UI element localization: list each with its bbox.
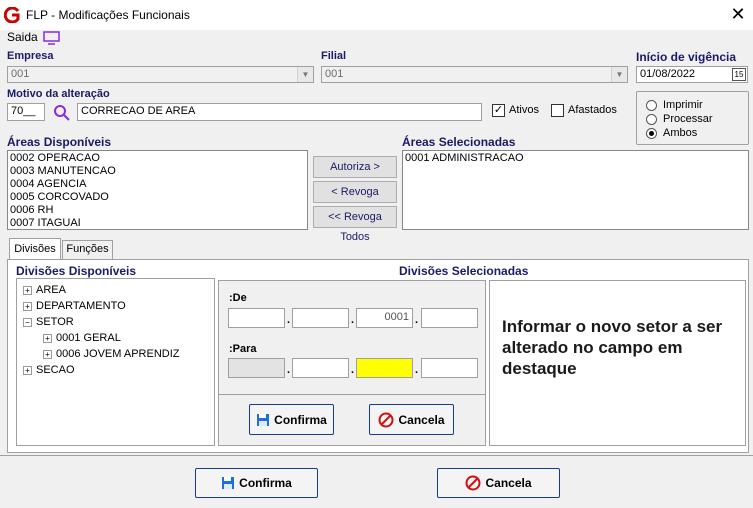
vigencia-date-input[interactable]: 01/08/2022 15	[636, 66, 748, 83]
window-title: FLP - Modificações Funcionais	[26, 8, 190, 22]
inner-cancela-label: Cancela	[398, 412, 445, 427]
tab-divisoes[interactable]: Divisões	[9, 238, 61, 260]
close-icon[interactable]: ✕	[728, 3, 748, 25]
para-label: :Para	[229, 343, 257, 355]
processar-radio[interactable]	[646, 114, 657, 125]
para-segment-3-highlighted[interactable]	[356, 358, 413, 378]
expand-icon[interactable]: +	[43, 349, 52, 359]
ambos-radio[interactable]	[646, 128, 657, 139]
filial-select[interactable]: 001 ▼	[321, 66, 628, 83]
para-segment-4[interactable]	[421, 358, 478, 378]
empresa-select[interactable]: 001 ▼	[7, 66, 314, 83]
de-segment-1[interactable]	[228, 308, 285, 328]
revoga-todos-button[interactable]: << Revoga Todos	[313, 206, 397, 243]
expand-icon[interactable]: +	[23, 365, 32, 375]
filial-value: 001	[325, 68, 344, 80]
divisoes-selecionadas-label: Divisões Selecionadas	[399, 264, 529, 278]
footer-confirma-button[interactable]: Confirma	[195, 468, 318, 498]
hint-text: Informar o novo setor a ser alterado no …	[502, 317, 723, 378]
empresa-value: 001	[11, 68, 30, 80]
para-segment-2[interactable]	[292, 358, 349, 378]
tree-node-area[interactable]: + AREA	[23, 282, 214, 298]
processar-label: Processar	[663, 113, 713, 125]
tab-funcoes[interactable]: Funções	[62, 240, 113, 259]
footer-bar	[0, 455, 753, 508]
tree-node-secao[interactable]: + SECAO	[23, 362, 214, 378]
divisoes-disponiveis-label: Divisões Disponíveis	[16, 264, 137, 278]
search-icon[interactable]	[53, 104, 71, 122]
separator-dot: .	[415, 364, 419, 376]
revoga-button[interactable]: < Revoga	[313, 181, 397, 203]
filial-label: Filial	[321, 50, 347, 62]
footer-cancela-label: Cancela	[485, 476, 532, 490]
floppy-disk-icon	[257, 413, 270, 426]
separator-dot: .	[287, 314, 291, 326]
separator-dot: .	[351, 314, 355, 326]
tree-node-setor-child[interactable]: +0006 JOVEM APRENDIZ	[23, 346, 214, 362]
hint-panel: Informar o novo setor a ser alterado no …	[489, 280, 746, 446]
chevron-down-icon[interactable]: ▼	[611, 67, 627, 82]
tree-node-departamento[interactable]: + DEPARTAMENTO	[23, 298, 214, 314]
areas-disponiveis-list[interactable]: 0002 OPERACAO 0003 MANUTENCAO 0004 AGENC…	[7, 150, 308, 230]
chevron-down-icon[interactable]: ▼	[297, 67, 313, 82]
tree-node-setor-child[interactable]: +0001 GERAL	[23, 330, 214, 346]
list-item[interactable]: 0003 MANUTENCAO	[8, 165, 307, 178]
autoriza-button[interactable]: Autoriza >	[313, 156, 397, 178]
cancel-icon	[465, 475, 481, 491]
list-item[interactable]: 0006 RH	[8, 204, 307, 217]
de-label: :De	[229, 292, 247, 304]
tree-node-setor[interactable]: − SETOR	[23, 314, 214, 330]
mode-group: Imprimir Processar Ambos	[636, 91, 749, 145]
list-item[interactable]: 0007 ITAGUAI	[8, 217, 307, 229]
areas-selecionadas-label: Áreas Selecionadas	[402, 135, 516, 149]
inner-confirma-label: Confirma	[274, 412, 327, 427]
empresa-label: Empresa	[7, 50, 54, 62]
app-logo-icon	[4, 7, 20, 23]
floppy-disk-icon	[222, 477, 235, 489]
imprimir-radio[interactable]	[646, 100, 657, 111]
list-item[interactable]: 0001 ADMINISTRACAO	[403, 152, 748, 165]
areas-selecionadas-list[interactable]: 0001 ADMINISTRACAO	[402, 150, 749, 230]
inner-confirma-button[interactable]: Confirma	[249, 404, 334, 435]
separator-dot: .	[351, 364, 355, 376]
ativos-label: Ativos	[509, 104, 539, 116]
monitor-icon[interactable]	[43, 31, 60, 45]
expand-icon[interactable]: +	[23, 285, 32, 295]
cancel-icon	[378, 412, 394, 427]
afastados-checkbox[interactable]	[551, 104, 564, 117]
vigencia-value: 01/08/2022	[640, 68, 696, 80]
de-segment-2[interactable]	[292, 308, 349, 328]
list-item[interactable]: 0002 OPERACAO	[8, 152, 307, 165]
afastados-label: Afastados	[568, 104, 617, 116]
imprimir-label: Imprimir	[663, 99, 703, 111]
title-bar: FLP - Modificações Funcionais ✕	[0, 0, 753, 30]
de-segment-4[interactable]	[421, 308, 478, 328]
calendar-icon[interactable]: 15	[732, 68, 746, 81]
expand-icon[interactable]: +	[43, 333, 52, 343]
separator-dot: .	[287, 364, 291, 376]
footer-cancela-button[interactable]: Cancela	[437, 468, 560, 498]
para-segment-1[interactable]	[228, 358, 285, 378]
collapse-icon[interactable]: −	[23, 317, 32, 327]
menu-bar: Saida	[0, 30, 753, 48]
areas-disponiveis-label: Áreas Disponíveis	[7, 135, 112, 149]
motivo-label: Motivo da alteração	[7, 88, 110, 100]
list-item[interactable]: 0004 AGENCIA	[8, 178, 307, 191]
divisoes-tree[interactable]: + AREA + DEPARTAMENTO − SETOR +0001 GERAL +…	[16, 278, 215, 446]
de-segment-3[interactable]: 0001	[356, 308, 413, 328]
footer-confirma-label: Confirma	[239, 476, 292, 490]
list-item[interactable]: 0005 CORCOVADO	[8, 191, 307, 204]
vigencia-label: Início de vigência	[636, 50, 737, 64]
ativos-checkbox[interactable]: ✓	[492, 104, 505, 117]
motivo-description-input[interactable]: CORRECAO DE AREA	[77, 103, 482, 121]
menu-saida[interactable]: Saida	[7, 30, 38, 44]
ambos-label: Ambos	[663, 127, 698, 139]
motivo-code-input[interactable]: 70__	[7, 103, 45, 121]
separator-dot: .	[415, 314, 419, 326]
inner-cancela-button[interactable]: Cancela	[369, 404, 454, 435]
expand-icon[interactable]: +	[23, 301, 32, 311]
